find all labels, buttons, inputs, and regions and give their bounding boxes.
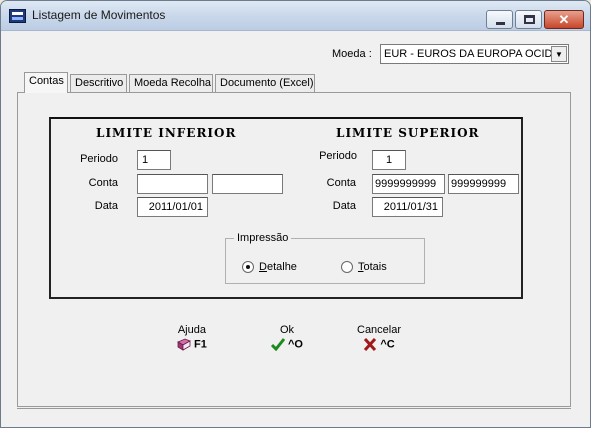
ok-action[interactable]: Ok ^O	[271, 324, 303, 351]
moeda-label: Moeda :	[332, 48, 372, 60]
superior-conta-label: Conta	[326, 177, 356, 189]
close-icon: ✕	[558, 12, 570, 27]
inferior-data-input[interactable]: 2011/01/01	[137, 197, 208, 217]
superior-data-input[interactable]: 2011/01/31	[372, 197, 443, 217]
tab-moeda-recolha[interactable]: Moeda Recolha	[129, 74, 213, 92]
tab-documento-excel[interactable]: Documento (Excel)	[215, 74, 315, 92]
book-icon	[177, 338, 191, 351]
ajuda-label: Ajuda	[177, 324, 206, 336]
app-list-icon	[9, 9, 26, 23]
superior-data-label: Data	[332, 200, 356, 212]
tab-panel-contas: LIMITE INFERIOR LIMITE SUPERIOR Periodo …	[17, 92, 571, 407]
separator	[17, 408, 571, 409]
inferior-periodo-label: Periodo	[80, 153, 118, 165]
limite-superior-heading: LIMITE SUPERIOR	[336, 126, 480, 140]
close-button[interactable]: ✕	[544, 10, 584, 29]
radio-totais-label: Totais	[358, 261, 387, 273]
minimize-icon	[496, 22, 505, 25]
inferior-data-label: Data	[94, 200, 118, 212]
dialog-client: Moeda : EUR - EUROS DA EUROPA OCID ▼ Con…	[7, 32, 584, 422]
window-title: Listagem de Movimentos	[32, 8, 166, 22]
inferior-conta-input-1[interactable]	[137, 174, 208, 194]
ok-label: Ok	[279, 324, 295, 336]
impressao-legend: Impressão	[234, 232, 292, 244]
dialog-window: Listagem de Movimentos ✕ Moeda : EUR - E…	[0, 0, 591, 428]
x-icon	[364, 338, 377, 351]
moeda-select[interactable]: EUR - EUROS DA EUROPA OCID ▼	[380, 44, 569, 64]
radio-detalhe-label: Detalhe	[259, 261, 297, 273]
maximize-icon	[524, 15, 535, 24]
chevron-down-icon[interactable]: ▼	[551, 46, 567, 62]
cancelar-action[interactable]: Cancelar ^C	[357, 324, 401, 351]
inferior-conta-label: Conta	[88, 177, 118, 189]
checkmark-icon	[271, 338, 285, 351]
superior-conta-input-2[interactable]: 999999999	[448, 174, 519, 194]
limits-group: LIMITE INFERIOR LIMITE SUPERIOR Periodo …	[49, 117, 523, 299]
cancelar-label: Cancelar	[357, 324, 402, 336]
maximize-button[interactable]	[515, 10, 542, 29]
moeda-select-value: EUR - EUROS DA EUROPA OCID	[384, 48, 553, 60]
impressao-group: Impressão Detalhe Totais	[225, 232, 425, 284]
cancelar-key: ^C	[380, 338, 395, 351]
title-bar[interactable]: Listagem de Movimentos ✕	[1, 1, 590, 31]
limite-inferior-heading: LIMITE INFERIOR	[96, 126, 237, 140]
superior-conta-input-1[interactable]: 9999999999	[372, 174, 445, 194]
radio-detalhe-indicator[interactable]	[242, 261, 254, 273]
ok-key: ^O	[288, 338, 303, 351]
ajuda-action[interactable]: Ajuda F1	[177, 324, 207, 351]
ajuda-key: F1	[194, 338, 207, 351]
inferior-conta-input-2[interactable]	[212, 174, 283, 194]
superior-periodo-input[interactable]: 1	[372, 150, 406, 170]
tab-contas[interactable]: Contas	[24, 72, 68, 93]
inferior-periodo-input[interactable]: 1	[137, 150, 171, 170]
minimize-button[interactable]	[486, 10, 513, 29]
radio-totais-indicator[interactable]	[341, 261, 353, 273]
tab-descritivo[interactable]: Descritivo	[70, 74, 127, 92]
superior-periodo-label: Periodo	[319, 150, 357, 162]
